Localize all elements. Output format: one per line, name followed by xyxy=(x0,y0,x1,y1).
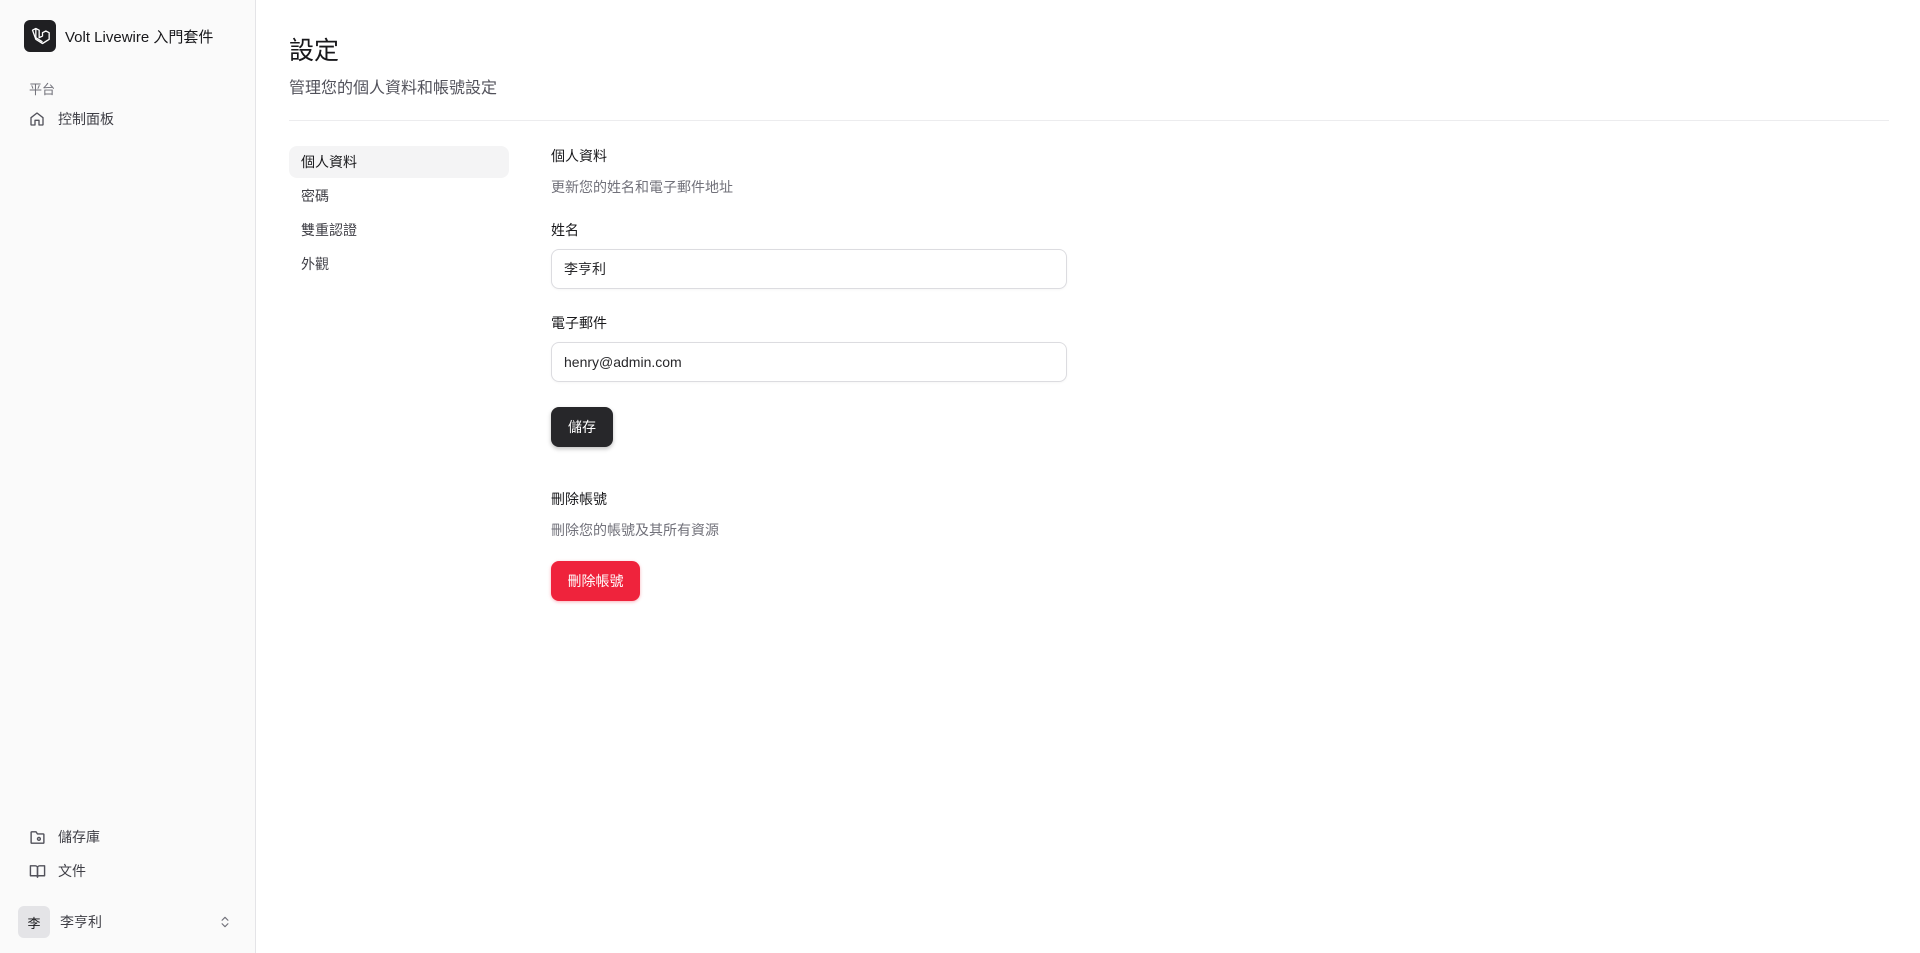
page-subtitle: 管理您的個人資料和帳號設定 xyxy=(289,80,498,97)
name-label: 姓名 xyxy=(551,222,579,238)
book-open-icon xyxy=(28,862,46,880)
main-content: 設定 管理您的個人資料和帳號設定 個人資料 密碼 雙重認證 外觀 個人資料 更新… xyxy=(257,0,1920,953)
settings-tab-profile[interactable]: 個人資料 xyxy=(289,146,509,178)
email-label: 電子郵件 xyxy=(551,315,607,331)
home-icon xyxy=(28,110,46,128)
user-name: 李亨利 xyxy=(60,914,102,930)
user-menu[interactable]: 李 李亨利 xyxy=(18,904,240,940)
settings-tab-password[interactable]: 密碼 xyxy=(289,180,509,212)
sidebar-item-repository[interactable]: 儲存庫 xyxy=(20,821,244,853)
folder-git-icon xyxy=(28,828,46,846)
sidebar-item-docs[interactable]: 文件 xyxy=(20,855,244,887)
settings-tab-appearance[interactable]: 外觀 xyxy=(289,248,509,280)
delete-account-description: 刪除您的帳號及其所有資源 xyxy=(551,522,719,538)
settings-tab-two-factor[interactable]: 雙重認證 xyxy=(289,214,509,246)
nav-group-label: 平台 xyxy=(29,82,56,97)
avatar: 李 xyxy=(18,906,50,938)
email-input[interactable]: henry@admin.com xyxy=(551,342,1067,382)
sidebar-item-label: 控制面板 xyxy=(58,111,114,127)
chevrons-up-down-icon xyxy=(218,914,232,935)
delete-account-title: 刪除帳號 xyxy=(551,491,607,507)
brand[interactable]: Volt Livewire 入門套件 xyxy=(24,20,213,52)
laravel-logo-icon xyxy=(24,20,56,52)
profile-section: 個人資料 更新您的姓名和電子郵件地址 姓名 李亨利 電子郵件 henry@adm… xyxy=(551,146,1067,601)
section-description: 更新您的姓名和電子郵件地址 xyxy=(551,179,733,195)
sidebar-item-dashboard[interactable]: 控制面板 xyxy=(20,103,244,135)
save-button[interactable]: 儲存 xyxy=(551,407,613,447)
name-input[interactable]: 李亨利 xyxy=(551,249,1067,289)
sidebar: Volt Livewire 入門套件 平台 控制面板 儲存庫 文件 李 李亨利 xyxy=(0,0,256,953)
sidebar-item-label: 文件 xyxy=(58,863,86,879)
settings-nav: 個人資料 密碼 雙重認證 外觀 xyxy=(289,146,509,282)
page-title: 設定 xyxy=(289,37,340,65)
divider xyxy=(289,120,1889,121)
brand-name: Volt Livewire 入門套件 xyxy=(65,28,214,46)
section-title: 個人資料 xyxy=(551,148,607,164)
sidebar-item-label: 儲存庫 xyxy=(58,829,100,845)
delete-account-button[interactable]: 刪除帳號 xyxy=(551,561,640,601)
